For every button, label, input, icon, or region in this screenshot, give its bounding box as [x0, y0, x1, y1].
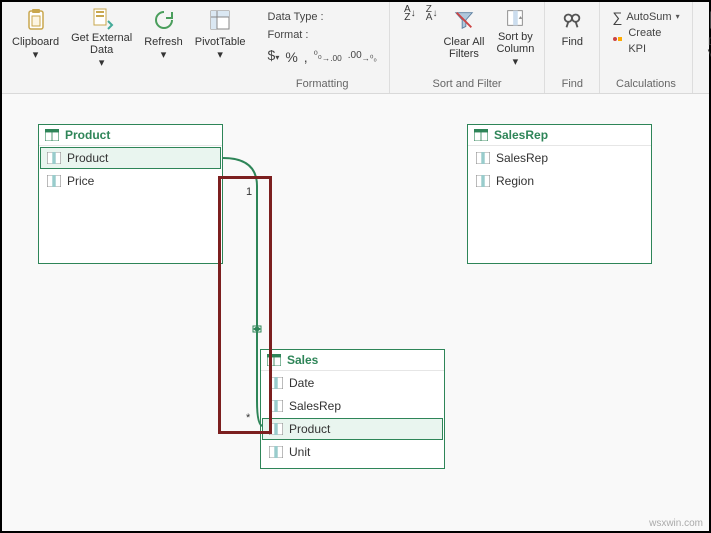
clipboard-label: Clipboard — [12, 36, 59, 48]
column-icon — [476, 152, 490, 164]
sort-asc-icon: AZ↓ — [396, 6, 424, 22]
dropdown-icon: ▾ — [33, 49, 39, 61]
group-label-blank — [2, 76, 256, 93]
column-icon — [47, 152, 61, 164]
table-header[interactable]: Product — [39, 125, 222, 146]
dropdown-icon: ▾ — [676, 9, 680, 25]
relationship-line[interactable] — [223, 156, 263, 431]
column-icon — [269, 400, 283, 412]
refresh-label: Refresh — [144, 36, 183, 48]
table-header[interactable]: SalesRep — [468, 125, 651, 146]
field-salesrep-salesrep[interactable]: SalesRep — [469, 147, 650, 169]
find-label: Find — [562, 36, 583, 48]
get-external-data-button[interactable]: Get External Data ▾ — [65, 4, 138, 70]
clear-filters-icon — [450, 6, 478, 34]
field-sales-salesrep[interactable]: SalesRep — [262, 395, 443, 417]
sort-desc-button[interactable]: ZA↓ — [426, 6, 438, 22]
get-data-label: Get External Data — [71, 32, 132, 56]
pivottable-button[interactable]: PivotTable ▾ — [189, 4, 252, 70]
ribbon: Clipboard ▾ Get External Data ▾ Refresh … — [2, 2, 709, 94]
column-icon — [269, 423, 283, 435]
field-sales-date[interactable]: Date — [262, 372, 443, 394]
sort-by-column-button[interactable]: Sort by Column ▾ — [490, 4, 540, 70]
increase-decimal-button[interactable]: ⁰₀→.00 — [314, 47, 342, 67]
data-view-button[interactable]: Data View — [697, 4, 711, 70]
window-frame: Clipboard ▾ Get External Data ▾ Refresh … — [0, 0, 711, 533]
table-icon — [45, 129, 59, 141]
find-icon — [558, 6, 586, 34]
table-icon — [474, 129, 488, 141]
data-view-icon — [706, 6, 711, 34]
get-data-icon — [88, 6, 116, 30]
find-button[interactable]: Find — [549, 4, 595, 70]
comma-format-button[interactable]: , — [304, 48, 308, 66]
column-icon — [269, 377, 283, 389]
diagram-canvas[interactable]: Product Product Price SalesRep — [2, 94, 709, 531]
field-sales-unit[interactable]: Unit — [262, 441, 443, 463]
calculations-group-label: Calculations — [600, 76, 691, 93]
find-group-label: Find — [545, 76, 599, 93]
pivottable-label: PivotTable — [195, 36, 246, 48]
format-label[interactable]: Format : — [268, 26, 377, 44]
kpi-icon — [612, 33, 624, 50]
autosum-button[interactable]: ∑ AutoSum ▾ — [612, 8, 679, 25]
table-icon — [267, 354, 281, 366]
table-product[interactable]: Product Product Price — [38, 124, 223, 264]
percent-format-button[interactable]: % — [285, 48, 297, 66]
table-salesrep[interactable]: SalesRep SalesRep Region — [467, 124, 652, 264]
field-sales-product[interactable]: Product — [262, 418, 443, 440]
currency-format-button[interactable]: $▾ — [268, 46, 280, 67]
table-header[interactable]: Sales — [261, 350, 444, 371]
decrease-decimal-button[interactable]: .00→⁰₀ — [348, 47, 377, 67]
refresh-button[interactable]: Refresh ▾ — [138, 4, 189, 70]
clear-filters-button[interactable]: Clear All Filters — [437, 4, 490, 70]
clear-filters-label: Clear All Filters — [443, 36, 484, 60]
dropdown-icon: ▾ — [513, 56, 519, 68]
dropdown-icon: ▾ — [217, 49, 223, 61]
sigma-icon: ∑ — [612, 9, 622, 25]
dropdown-icon: ▾ — [161, 49, 167, 61]
refresh-icon — [150, 6, 178, 34]
sort-asc-button[interactable]: AZ↓ — [394, 4, 426, 70]
formatting-group-label: Formatting — [256, 76, 389, 93]
field-product-product[interactable]: Product — [40, 147, 221, 169]
field-salesrep-region[interactable]: Region — [469, 170, 650, 192]
table-sales[interactable]: Sales Date SalesRep Product Unit — [260, 349, 445, 469]
relationship-many-end: * — [246, 412, 250, 424]
relationship-one-end: 1 — [246, 186, 252, 198]
group-label-blank2 — [693, 76, 711, 93]
column-icon — [476, 175, 490, 187]
field-product-price[interactable]: Price — [40, 170, 221, 192]
watermark: wsxwin.com — [649, 518, 703, 529]
dropdown-icon: ▾ — [99, 57, 105, 69]
sort-column-label: Sort by Column — [496, 31, 534, 55]
sort-filter-group-label: Sort and Filter — [390, 76, 545, 93]
pivottable-icon — [206, 6, 234, 34]
create-kpi-button[interactable]: Create KPI — [612, 25, 679, 57]
column-icon — [47, 175, 61, 187]
clipboard-button[interactable]: Clipboard ▾ — [6, 4, 65, 70]
sort-column-icon — [501, 6, 529, 29]
column-icon — [269, 446, 283, 458]
clipboard-icon — [22, 6, 50, 34]
datatype-label[interactable]: Data Type : — [268, 8, 377, 26]
